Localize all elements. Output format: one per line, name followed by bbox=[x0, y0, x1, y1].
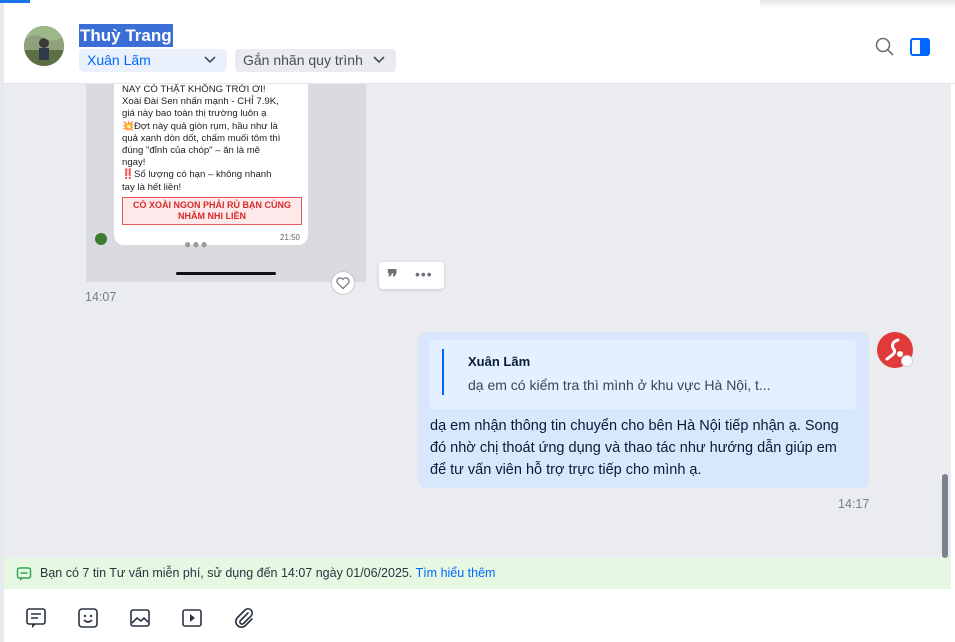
image-text-line: giá này bao toàn thị trường luôn ạ bbox=[122, 108, 267, 120]
message-time: 14:07 bbox=[85, 290, 117, 304]
image-typing-dots: ●●● bbox=[184, 237, 209, 251]
workflow-tag-select[interactable]: Gắn nhãn quy trình bbox=[235, 49, 396, 72]
chat-header: Thuỳ Trang Xuân Lãm Gắn nhãn quy trình bbox=[4, 8, 955, 84]
search-icon[interactable] bbox=[874, 36, 896, 58]
image-cta-button: CÓ XOÀI NGON PHẢI RỦ BẠN CÙNG NHÂM NHI L… bbox=[122, 196, 302, 225]
quoted-sender: Xuân Lãm bbox=[468, 354, 531, 369]
sticker-icon[interactable] bbox=[76, 606, 100, 630]
chat-window: Thuỳ Trang Xuân Lãm Gắn nhãn quy trình N… bbox=[0, 0, 955, 642]
image-text-line: ‼️Số lượng có hạn – không nhanh bbox=[122, 169, 272, 181]
quote-bar bbox=[442, 349, 444, 395]
more-options-icon[interactable]: ••• bbox=[415, 266, 433, 282]
chevron-down-icon bbox=[373, 56, 385, 64]
message-actions: ❞ ••• bbox=[379, 262, 444, 289]
note-icon[interactable] bbox=[24, 606, 48, 630]
tag-select-label: Gắn nhãn quy trình bbox=[243, 52, 363, 68]
learn-more-link[interactable]: Tìm hiểu thêm bbox=[416, 566, 496, 580]
message-text: dạ em nhận thông tin chuyển cho bên Hà N… bbox=[430, 418, 839, 478]
video-icon[interactable] bbox=[180, 606, 204, 630]
message-icon bbox=[16, 567, 32, 581]
side-panel-toggle-icon[interactable] bbox=[909, 36, 931, 58]
my-status-badge bbox=[901, 355, 913, 367]
composer-toolbar bbox=[4, 590, 955, 642]
image-mini-avatar bbox=[95, 233, 107, 245]
heart-reaction-icon[interactable] bbox=[331, 271, 355, 295]
contact-name[interactable]: Thuỳ Trang bbox=[79, 24, 173, 47]
message-list[interactable]: NAY CÓ THẬT KHÔNG TRỜI ƠI! Xoài Đài Sen … bbox=[4, 84, 951, 558]
image-text-line: quả xanh dòn dốt, chấm muối tôm thì bbox=[122, 132, 281, 144]
image-text-line: NAY CÓ THẬT KHÔNG TRỜI ƠI! bbox=[122, 84, 266, 95]
quote-reply-icon[interactable]: ❞ bbox=[387, 265, 398, 289]
image-icon[interactable] bbox=[128, 606, 152, 630]
free-consult-notice: Bạn có 7 tin Tư vấn miễn phí, sử dụng đế… bbox=[4, 558, 951, 589]
image-text-line: đúng "đỉnh của chóp" – ăn là mê bbox=[122, 145, 261, 157]
quoted-text: dạ em có kiểm tra thì mình ở khu vực Hà … bbox=[468, 377, 771, 393]
image-text-line: tay là hết liền! bbox=[122, 181, 182, 193]
rail-accent bbox=[0, 0, 30, 3]
message-time: 14:17 bbox=[838, 497, 870, 511]
scrollbar-thumb[interactable] bbox=[942, 474, 948, 558]
image-text-line: Xoài Đài Sen nhấn mạnh - CHỈ 7.9K, bbox=[122, 96, 279, 108]
my-message-bubble[interactable]: Xuân Lãm dạ em có kiểm tra thì mình ở kh… bbox=[418, 332, 869, 488]
image-inner-time: 21:50 bbox=[279, 233, 300, 242]
notice-text: Bạn có 7 tin Tư vấn miễn phí, sử dụng đế… bbox=[40, 566, 413, 580]
top-shadow bbox=[760, 0, 955, 8]
agent-select[interactable]: Xuân Lãm bbox=[79, 49, 227, 72]
chevron-down-icon bbox=[204, 56, 216, 64]
image-text-line: ngay! bbox=[122, 157, 146, 169]
attachment-icon[interactable] bbox=[232, 606, 256, 630]
image-message[interactable]: NAY CÓ THẬT KHÔNG TRỜI ƠI! Xoài Đài Sen … bbox=[86, 84, 366, 282]
quoted-message[interactable]: Xuân Lãm dạ em có kiểm tra thì mình ở kh… bbox=[430, 340, 856, 409]
contact-avatar[interactable] bbox=[24, 26, 64, 66]
image-text-line: 💥Đợt này quả giòn rụm, hầu như là bbox=[122, 120, 278, 132]
agent-select-label: Xuân Lãm bbox=[87, 52, 151, 68]
screenshot-phone: NAY CÓ THẬT KHÔNG TRỜI ƠI! Xoài Đài Sen … bbox=[114, 84, 308, 245]
phone-home-bar bbox=[176, 272, 276, 275]
